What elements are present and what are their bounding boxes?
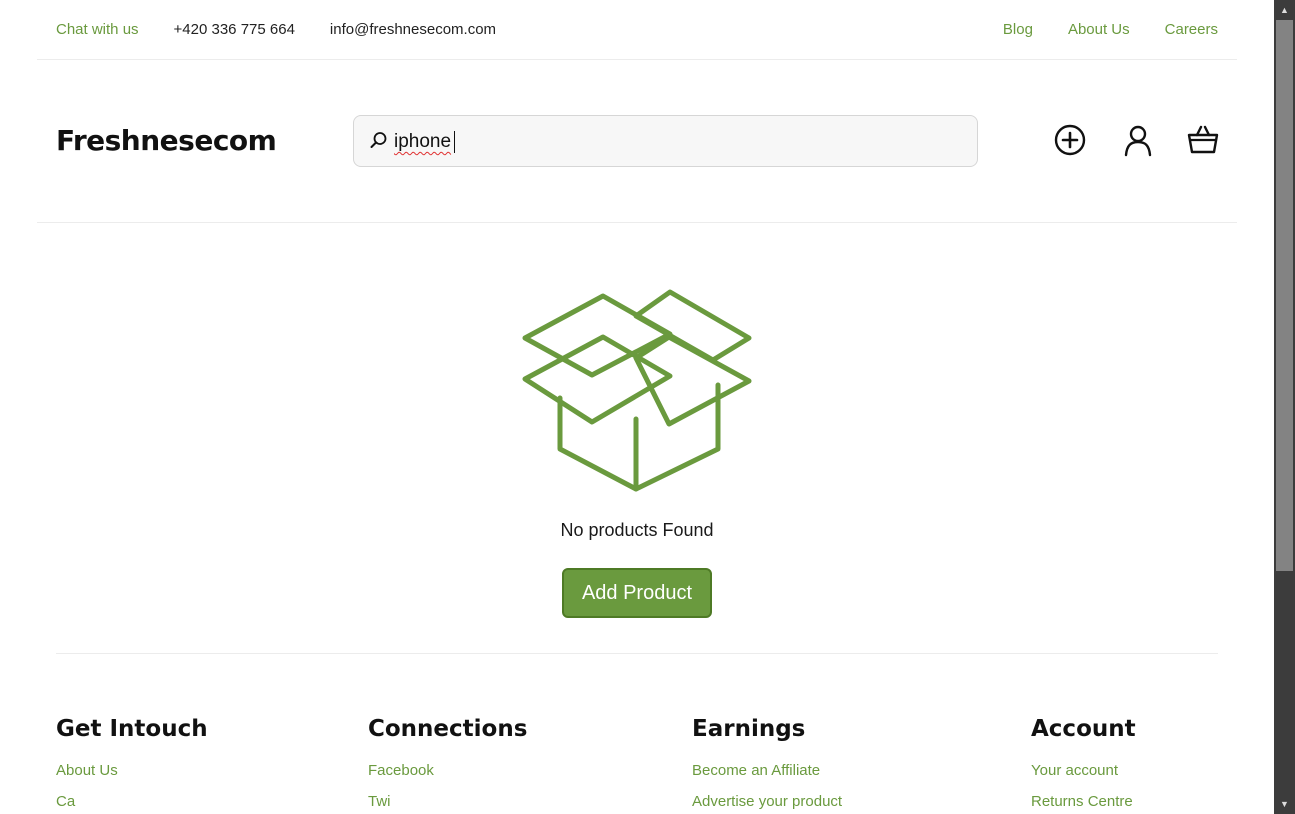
scroll-down-arrow-icon[interactable]: ▼ <box>1274 796 1295 812</box>
footer-link[interactable]: Ca <box>56 793 208 810</box>
footer-column-connections: Connections Facebook Twi <box>368 716 527 810</box>
header: Freshnesecom iphone <box>37 60 1237 223</box>
scrollbar-thumb[interactable] <box>1276 20 1293 571</box>
footer-heading: Get Intouch <box>56 716 208 742</box>
footer-heading: Connections <box>368 716 528 742</box>
phone-number[interactable]: +420 336 775 664 <box>174 21 295 38</box>
footer-divider <box>56 653 1218 654</box>
footer-link[interactable]: Facebook <box>368 762 527 779</box>
add-circle-icon[interactable] <box>1053 123 1087 157</box>
footer-column-get-intouch: Get Intouch About Us Ca <box>56 716 208 810</box>
footer-column-account: Account Your account Returns Centre <box>1031 716 1136 810</box>
search-value: iphone <box>394 131 452 152</box>
empty-message: No products Found <box>560 520 714 540</box>
footer-link[interactable]: Advertise your product <box>692 793 842 810</box>
page: Chat with us +420 336 775 664 info@fresh… <box>0 0 1274 814</box>
text-caret <box>454 131 455 153</box>
footer-link[interactable]: Returns Centre <box>1031 793 1136 810</box>
search-icon <box>370 132 387 148</box>
open-box-icon <box>522 289 752 492</box>
top-nav: Blog About Us Careers <box>968 21 1218 38</box>
logo[interactable]: Freshnesecom <box>56 124 277 157</box>
nav-blog[interactable]: Blog <box>1003 21 1033 38</box>
add-product-button[interactable]: Add Product <box>562 568 712 618</box>
scroll-up-arrow-icon[interactable]: ▲ <box>1274 2 1295 18</box>
footer-link[interactable]: Your account <box>1031 762 1136 779</box>
footer-heading: Earnings <box>692 716 806 742</box>
footer-link[interactable]: About Us <box>56 762 208 779</box>
footer-link[interactable]: Twi <box>368 793 527 810</box>
user-icon[interactable] <box>1121 123 1155 157</box>
top-bar: Chat with us +420 336 775 664 info@fresh… <box>37 0 1237 60</box>
basket-icon[interactable] <box>1186 123 1220 157</box>
vertical-scrollbar[interactable]: ▲ ▼ <box>1274 0 1295 814</box>
nav-careers[interactable]: Careers <box>1165 21 1218 38</box>
search-input[interactable]: iphone <box>353 115 978 167</box>
nav-about-us[interactable]: About Us <box>1068 21 1130 38</box>
footer-column-earnings: Earnings Become an Affiliate Advertise y… <box>692 716 842 810</box>
email-address[interactable]: info@freshnesecom.com <box>330 21 496 38</box>
footer-link[interactable]: Become an Affiliate <box>692 762 842 779</box>
chat-link[interactable]: Chat with us <box>56 21 139 38</box>
footer-heading: Account <box>1031 716 1136 742</box>
contact-info: Chat with us +420 336 775 664 info@fresh… <box>56 21 531 38</box>
